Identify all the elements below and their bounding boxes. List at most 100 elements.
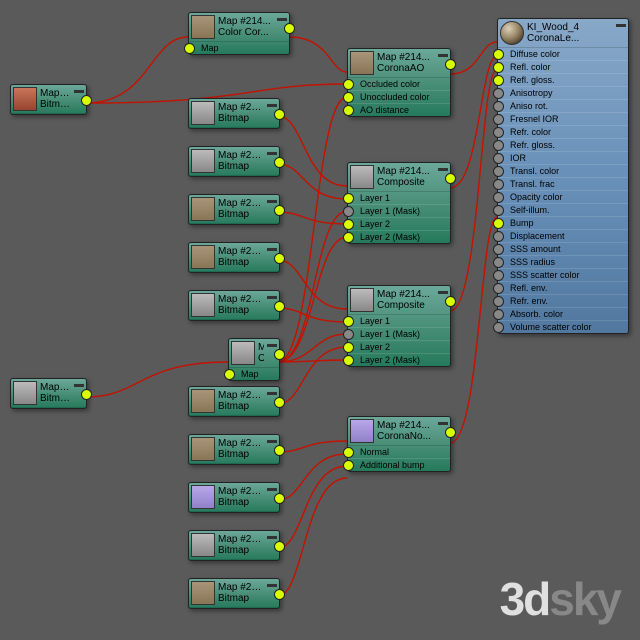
minimize-icon[interactable] — [267, 440, 277, 443]
input-slot[interactable]: IOR — [498, 151, 628, 164]
output-socket[interactable] — [274, 205, 285, 216]
input-slot[interactable]: AO distance — [348, 103, 450, 116]
input-socket[interactable] — [493, 114, 504, 125]
minimize-icon[interactable] — [438, 422, 448, 425]
input-slot[interactable]: Displacement — [498, 229, 628, 242]
input-socket[interactable] — [493, 244, 504, 255]
input-slot[interactable]: Refr. color — [498, 125, 628, 138]
input-socket[interactable] — [343, 206, 354, 217]
input-slot[interactable]: Diffuse color — [498, 48, 628, 60]
input-socket[interactable] — [493, 257, 504, 268]
output-socket[interactable] — [274, 493, 285, 504]
input-slot[interactable]: Layer 2 — [348, 217, 450, 230]
minimize-icon[interactable] — [267, 344, 277, 347]
input-slot[interactable]: SSS radius — [498, 255, 628, 268]
input-slot[interactable]: Refr. gloss. — [498, 138, 628, 151]
input-socket[interactable] — [343, 92, 354, 103]
input-socket[interactable] — [493, 283, 504, 294]
input-slot[interactable]: Layer 1 — [348, 315, 450, 327]
input-socket[interactable] — [493, 231, 504, 242]
input-socket[interactable] — [493, 192, 504, 203]
output-socket[interactable] — [274, 301, 285, 312]
node-header[interactable]: Map #214...CoronaAO — [348, 49, 450, 78]
output-socket[interactable] — [274, 157, 285, 168]
input-socket[interactable] — [343, 79, 354, 90]
input-socket[interactable] — [493, 101, 504, 112]
input-slot[interactable]: Volume scatter color — [498, 320, 628, 333]
input-slot[interactable]: Normal — [348, 446, 450, 458]
input-socket[interactable] — [493, 166, 504, 177]
input-socket[interactable] — [343, 355, 354, 366]
input-socket[interactable] — [493, 205, 504, 216]
input-socket[interactable] — [493, 309, 504, 320]
input-slot[interactable]: Anisotropy — [498, 86, 628, 99]
minimize-icon[interactable] — [277, 18, 287, 21]
input-slot[interactable]: Aniso rot. — [498, 99, 628, 112]
output-socket[interactable] — [274, 445, 285, 456]
node-header[interactable]: Map #214534...Bitmap — [189, 195, 279, 224]
minimize-icon[interactable] — [438, 291, 448, 294]
input-slot[interactable]: Self-illum. — [498, 203, 628, 216]
output-socket[interactable] — [274, 397, 285, 408]
output-socket[interactable] — [274, 109, 285, 120]
output-socket[interactable] — [274, 541, 285, 552]
input-socket[interactable] — [493, 62, 504, 73]
input-socket[interactable] — [184, 43, 195, 54]
input-slot[interactable]: Occluded color — [348, 78, 450, 90]
output-socket[interactable] — [274, 349, 285, 360]
minimize-icon[interactable] — [267, 488, 277, 491]
input-socket[interactable] — [493, 49, 504, 60]
input-slot[interactable]: Opacity color — [498, 190, 628, 203]
input-socket[interactable] — [343, 316, 354, 327]
input-socket[interactable] — [343, 219, 354, 230]
node-header[interactable]: Map #214534...Bitmap — [189, 483, 279, 512]
input-slot[interactable]: SSS scatter color — [498, 268, 628, 281]
minimize-icon[interactable] — [267, 152, 277, 155]
input-socket[interactable] — [343, 460, 354, 471]
input-slot[interactable]: Map — [189, 42, 289, 54]
input-slot[interactable]: Bump — [498, 216, 628, 229]
node-header[interactable]: Map #214534...Bitmap — [189, 387, 279, 416]
input-socket[interactable] — [493, 218, 504, 229]
node-header[interactable]: Map #213879...Bitmap — [189, 435, 279, 464]
input-slot[interactable]: Unoccluded color — [348, 90, 450, 103]
input-socket[interactable] — [493, 75, 504, 86]
input-socket[interactable] — [343, 232, 354, 243]
node-header[interactable]: Map #214...Composite — [348, 163, 450, 192]
node-header[interactable]: Map #214...Composite — [348, 286, 450, 315]
input-socket[interactable] — [493, 88, 504, 99]
output-socket[interactable] — [445, 296, 456, 307]
input-slot[interactable]: SSS amount — [498, 242, 628, 255]
minimize-icon[interactable] — [267, 392, 277, 395]
input-slot[interactable]: Layer 1 (Mask) — [348, 204, 450, 217]
output-socket[interactable] — [445, 173, 456, 184]
output-socket[interactable] — [445, 59, 456, 70]
input-slot[interactable]: Refl. gloss. — [498, 73, 628, 86]
node-header[interactable]: Map #214534...Bitmap — [189, 579, 279, 608]
input-socket[interactable] — [343, 447, 354, 458]
input-slot[interactable]: Layer 1 (Mask) — [348, 327, 450, 340]
input-slot[interactable]: Layer 2 (Mask) — [348, 353, 450, 366]
input-socket[interactable] — [493, 322, 504, 333]
input-slot[interactable]: Absorb. color — [498, 307, 628, 320]
minimize-icon[interactable] — [267, 584, 277, 587]
input-slot[interactable]: Layer 2 (Mask) — [348, 230, 450, 243]
minimize-icon[interactable] — [267, 104, 277, 107]
minimize-icon[interactable] — [616, 24, 626, 27]
input-slot[interactable]: Refl. env. — [498, 281, 628, 294]
minimize-icon[interactable] — [438, 54, 448, 57]
input-socket[interactable] — [493, 179, 504, 190]
node-header[interactable]: Map #214534...Bitmap — [189, 147, 279, 176]
input-slot[interactable]: Transl. frac — [498, 177, 628, 190]
input-socket[interactable] — [493, 140, 504, 151]
input-socket[interactable] — [343, 342, 354, 353]
input-slot[interactable]: Additional bump — [348, 458, 450, 471]
node-header[interactable]: Map #213879...Bitmap — [189, 99, 279, 128]
input-socket[interactable] — [493, 296, 504, 307]
input-slot[interactable]: Transl. color — [498, 164, 628, 177]
input-slot[interactable]: Fresnel IOR — [498, 112, 628, 125]
output-socket[interactable] — [445, 427, 456, 438]
output-socket[interactable] — [284, 23, 295, 34]
input-socket[interactable] — [493, 270, 504, 281]
node-header[interactable]: KI_Wood_4CoronaLe... — [498, 19, 628, 48]
